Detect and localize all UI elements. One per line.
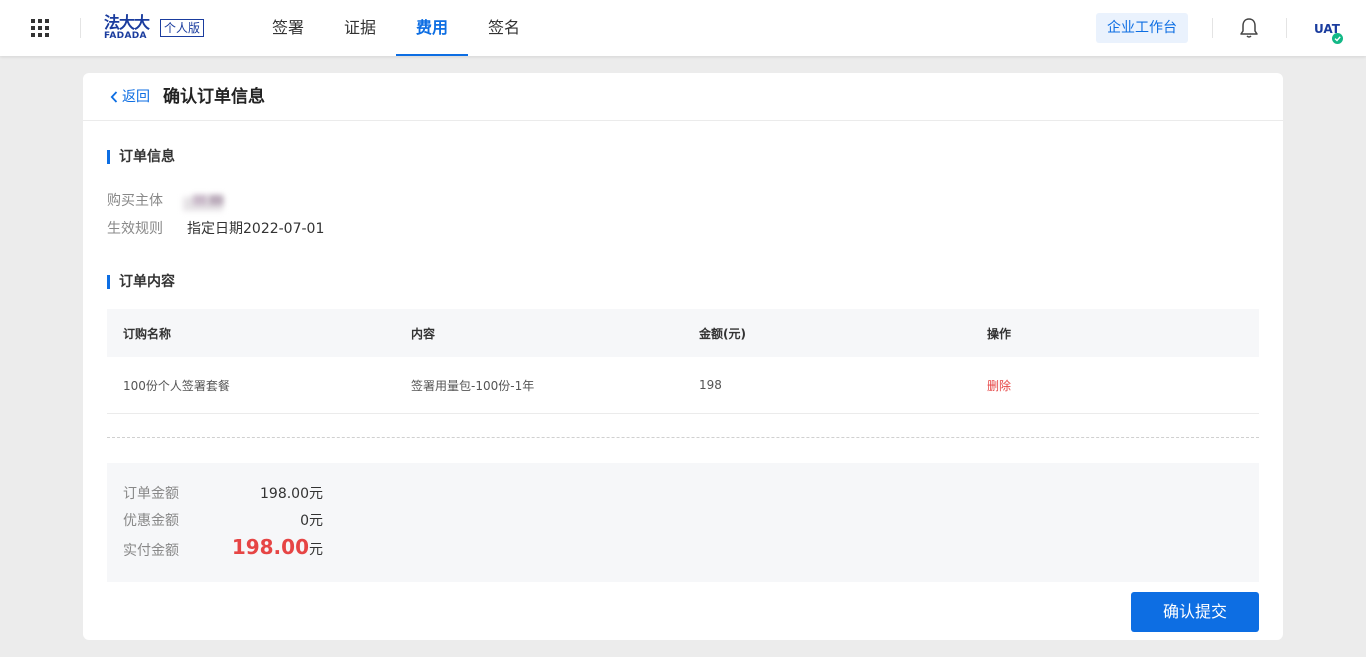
table-row: 100份个人签署套餐 签署用量包-100份-1年 198 删除 xyxy=(107,357,1259,414)
chevron-left-icon xyxy=(110,91,118,103)
section-title-order-content: 订单内容 xyxy=(107,274,175,290)
card-header: 返回 确认订单信息 xyxy=(83,73,1283,121)
buyer-label: 购买主体 xyxy=(107,193,163,209)
column-header-amount: 金额(元) xyxy=(699,326,746,341)
notification-bell-icon[interactable] xyxy=(1239,17,1259,39)
verified-shield-icon xyxy=(1332,33,1343,44)
paid-amount-value: 198.00元 xyxy=(232,537,323,560)
logo-text-en: FADADA xyxy=(104,31,147,41)
nav-tab-billing[interactable]: 费用 xyxy=(396,0,468,56)
paid-amount-number: 198.00 xyxy=(231,535,309,559)
nav-tab-signature[interactable]: 签名 xyxy=(468,0,540,56)
discount-amount-label: 优惠金额 xyxy=(123,513,179,529)
edition-badge: 个人版 xyxy=(160,19,205,37)
discount-amount-value: 0元 xyxy=(300,513,323,529)
section-title-order-info: 订单信息 xyxy=(107,149,175,165)
delete-button[interactable]: 删除 xyxy=(987,379,1011,393)
order-amount-value: 198.00元 xyxy=(260,486,323,502)
divider xyxy=(80,18,81,38)
row-name: 100份个人签署套餐 xyxy=(123,378,230,393)
enterprise-workbench-button[interactable]: 企业工作台 xyxy=(1096,13,1188,43)
column-header-content: 内容 xyxy=(411,326,436,341)
dashed-divider xyxy=(107,437,1259,438)
column-header-name: 订购名称 xyxy=(123,326,172,341)
back-link[interactable]: 返回 xyxy=(110,87,150,107)
order-amount-label: 订单金额 xyxy=(123,486,179,502)
app-grid-icon[interactable] xyxy=(31,19,49,37)
nav-tab-sign[interactable]: 签署 xyxy=(252,0,324,56)
divider xyxy=(1212,18,1213,38)
order-table: 订购名称 内容 金额(元) 操作 100份个人签署套餐 签署用量包-100份-1… xyxy=(107,309,1259,414)
logo-text-cn: 法大大 xyxy=(104,13,150,32)
confirm-submit-button[interactable]: 确认提交 xyxy=(1131,592,1259,632)
top-navigation-bar: 法大大 FADADA 个人版 签署 证据 费用 签名 企业工作台 UAT xyxy=(0,0,1366,56)
page-title: 确认订单信息 xyxy=(163,87,265,107)
nav-tab-evidence[interactable]: 证据 xyxy=(324,0,396,56)
paid-amount-unit: 元 xyxy=(309,542,323,558)
order-confirm-card: 返回 确认订单信息 订单信息 购买主体 生效规则 指定日期2022-07-01 … xyxy=(83,73,1283,640)
back-label: 返回 xyxy=(122,89,150,105)
buyer-value-redacted xyxy=(179,191,229,217)
amount-summary: 订单金额 198.00元 优惠金额 0元 实付金额 198.00元 xyxy=(107,463,1259,582)
effective-rule-value: 指定日期2022-07-01 xyxy=(187,221,325,237)
fadada-logo[interactable]: 法大大 FADADA xyxy=(104,14,156,42)
table-header: 订购名称 内容 金额(元) 操作 xyxy=(107,309,1259,357)
column-header-action: 操作 xyxy=(987,326,1012,341)
row-amount: 198 xyxy=(699,378,722,392)
row-content: 签署用量包-100份-1年 xyxy=(411,378,535,393)
paid-amount-label: 实付金额 xyxy=(123,543,179,559)
effective-rule-label: 生效规则 xyxy=(107,221,163,237)
divider xyxy=(1286,18,1287,38)
user-avatar[interactable]: UAT xyxy=(1314,18,1344,44)
